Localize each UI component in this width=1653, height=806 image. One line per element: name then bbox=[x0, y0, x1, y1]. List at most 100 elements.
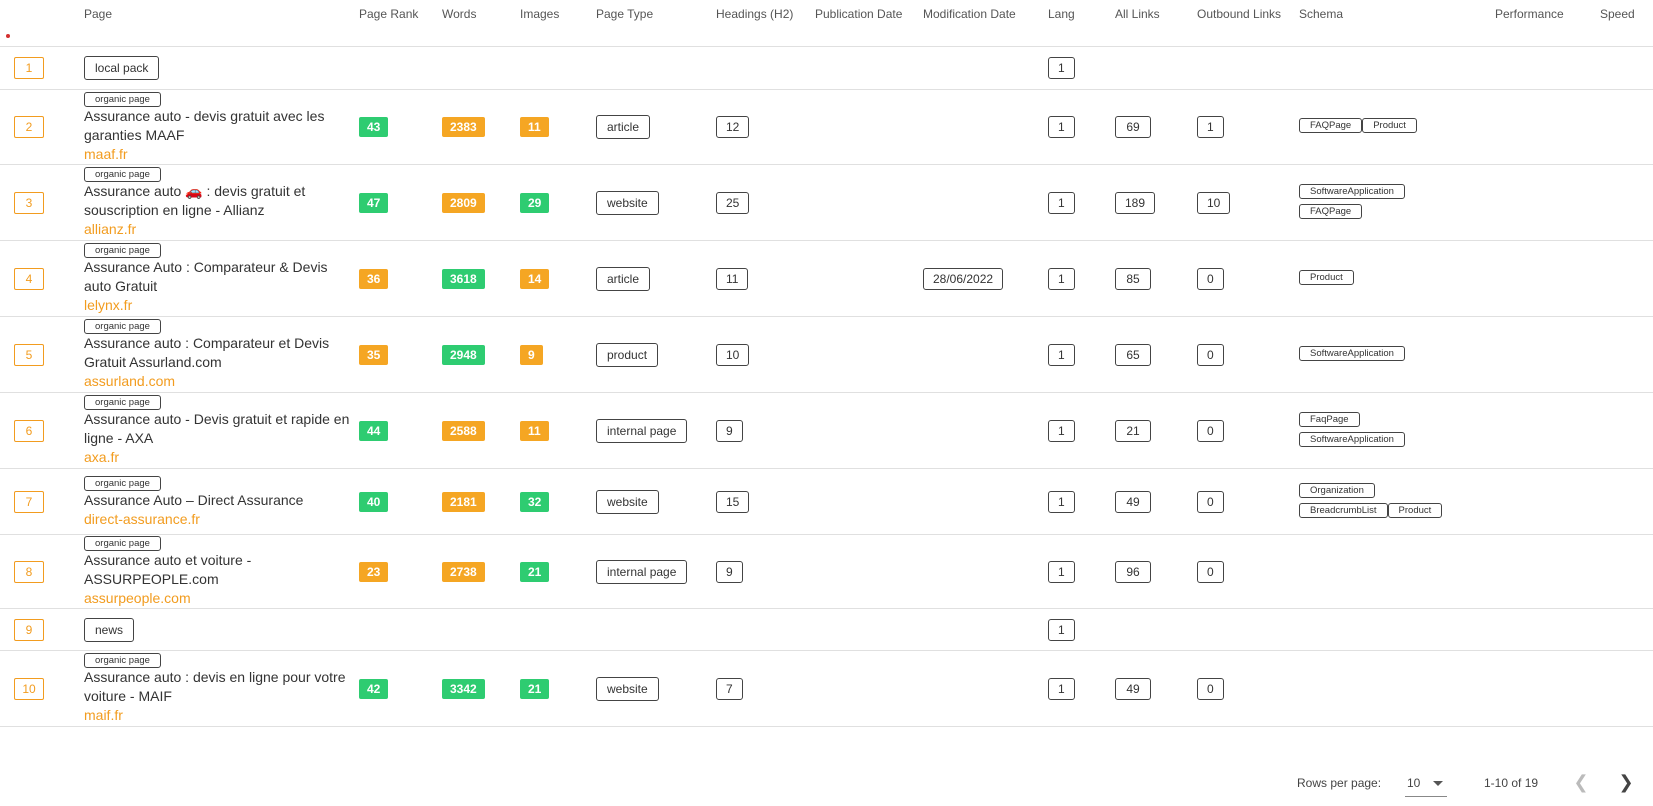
rank-badge[interactable]: 6 bbox=[14, 419, 44, 442]
column-header-page-type[interactable]: Page Type bbox=[592, 0, 712, 47]
table-row[interactable]: 6 organic page Assurance auto - Devis grat… bbox=[0, 392, 1653, 469]
rank-badge[interactable]: 9 bbox=[14, 618, 44, 641]
cell-headings bbox=[712, 46, 811, 90]
cell-words: 2948 bbox=[438, 316, 516, 393]
cell-words: 2588 bbox=[438, 392, 516, 469]
lang-value: 1 bbox=[1048, 677, 1075, 700]
chevron-right-icon[interactable]: ❯ bbox=[1614, 770, 1638, 794]
cell-lang: 1 bbox=[1044, 534, 1111, 609]
page-domain-link[interactable]: allianz.fr bbox=[84, 220, 351, 239]
page-info: organic page Assurance auto - Devis gratu… bbox=[84, 394, 351, 467]
rank-badge[interactable]: 2 bbox=[14, 116, 44, 138]
page-title[interactable]: Assurance auto : devis en ligne pour vot… bbox=[84, 668, 351, 706]
schema-tag: Organization bbox=[1299, 482, 1375, 498]
page-domain-link[interactable]: direct-assurance.fr bbox=[84, 510, 351, 529]
outbound-links-value: 0 bbox=[1197, 419, 1224, 442]
outbound-links-value: 0 bbox=[1197, 490, 1224, 513]
tag-line: organic page bbox=[84, 475, 351, 491]
cell-headings: 12 bbox=[712, 89, 811, 165]
column-header-page-rank[interactable]: Page Rank bbox=[355, 0, 438, 47]
page-title[interactable]: Assurance auto : Comparateur et Devis Gr… bbox=[84, 334, 351, 372]
cell-lang: 1 bbox=[1044, 240, 1111, 317]
table-row[interactable]: 9 news 1 bbox=[0, 608, 1653, 651]
cell-lang: 1 bbox=[1044, 89, 1111, 165]
all-links-value: 96 bbox=[1115, 560, 1151, 583]
table-row[interactable]: 3 organic page Assurance auto 🚗 : devis gr… bbox=[0, 164, 1653, 241]
cell-page-type: article bbox=[592, 89, 712, 165]
schema-line: Product bbox=[1299, 269, 1487, 289]
cell-rank: 3 bbox=[0, 164, 80, 241]
rank-badge[interactable]: 8 bbox=[14, 560, 44, 583]
page-domain-link[interactable]: maaf.fr bbox=[84, 145, 351, 164]
table-row[interactable]: 10 organic page Assurance auto : devis en … bbox=[0, 650, 1653, 727]
rank-badge[interactable]: 1 bbox=[14, 57, 44, 79]
column-header-page[interactable]: Page bbox=[80, 0, 355, 47]
page-title[interactable]: Assurance auto - Devis gratuit et rapide… bbox=[84, 410, 351, 448]
table-row[interactable]: 2 organic page Assurance auto - devis grat… bbox=[0, 89, 1653, 165]
outbound-links-value: 0 bbox=[1197, 677, 1224, 700]
column-header-speed[interactable]: Speed bbox=[1596, 0, 1653, 47]
images-badge: 21 bbox=[520, 678, 550, 699]
cell-performance bbox=[1491, 468, 1596, 535]
page-rank-badge: 23 bbox=[359, 561, 389, 582]
cell-page: organic page Assurance Auto : Comparateur… bbox=[80, 240, 355, 317]
words-badge: 3618 bbox=[442, 268, 485, 289]
table-row[interactable]: 1 local pack 1 bbox=[0, 46, 1653, 90]
result-type-chip[interactable]: local pack bbox=[84, 56, 160, 80]
cell-page: organic page Assurance auto - devis gratu… bbox=[80, 89, 355, 165]
column-header-schema[interactable]: Schema bbox=[1295, 0, 1491, 47]
page-title[interactable]: Assurance auto 🚗 : devis gratuit et sous… bbox=[84, 182, 351, 220]
headings-value: 9 bbox=[716, 419, 743, 442]
column-header-lang[interactable]: Lang bbox=[1044, 0, 1111, 47]
table-row[interactable]: 4 organic page Assurance Auto : Comparateu… bbox=[0, 240, 1653, 317]
page-domain-link[interactable]: lelynx.fr bbox=[84, 296, 351, 315]
images-badge: 9 bbox=[520, 344, 543, 365]
all-links-value: 69 bbox=[1115, 116, 1151, 138]
cell-headings: 10 bbox=[712, 316, 811, 393]
column-header-outbound-links[interactable]: Outbound Links bbox=[1193, 0, 1295, 47]
page-title[interactable]: Assurance Auto – Direct Assurance bbox=[84, 491, 351, 510]
column-header-headings[interactable]: Headings (H2) bbox=[712, 0, 811, 47]
words-badge: 3342 bbox=[442, 678, 485, 699]
rank-badge[interactable]: 3 bbox=[14, 191, 44, 214]
page-title[interactable]: Assurance auto - devis gratuit avec les … bbox=[84, 107, 351, 145]
cell-images: 11 bbox=[516, 392, 592, 469]
rows-per-page-select[interactable]: 10 bbox=[1405, 772, 1447, 797]
page-title[interactable]: Assurance auto et voiture - ASSURPEOPLE.… bbox=[84, 551, 351, 589]
table-row[interactable]: 7 organic page Assurance Auto – Direct Ass… bbox=[0, 468, 1653, 535]
page-title[interactable]: Assurance Auto : Comparateur & Devis aut… bbox=[84, 258, 351, 296]
cell-images: 21 bbox=[516, 650, 592, 727]
schema-line: FAQPage Product bbox=[1299, 117, 1487, 137]
lang-value: 1 bbox=[1048, 116, 1075, 138]
rank-badge[interactable]: 10 bbox=[14, 677, 44, 700]
table-row[interactable]: 5 organic page Assurance auto : Comparateu… bbox=[0, 316, 1653, 393]
cell-schema: Product bbox=[1295, 240, 1491, 317]
column-header-words[interactable]: Words bbox=[438, 0, 516, 47]
column-header-images[interactable]: Images bbox=[516, 0, 592, 47]
column-header-publication-date[interactable]: Publication Date bbox=[811, 0, 919, 47]
cell-publication-date bbox=[811, 650, 919, 727]
rank-badge[interactable]: 7 bbox=[14, 490, 44, 513]
cell-modification-date bbox=[919, 89, 1044, 165]
tag-line: organic page bbox=[84, 535, 351, 551]
cell-words: 3342 bbox=[438, 650, 516, 727]
column-header-all-links[interactable]: All Links bbox=[1111, 0, 1193, 47]
page-type-chip: article bbox=[596, 115, 651, 139]
column-header-modification-date[interactable]: Modification Date bbox=[919, 0, 1044, 47]
page-domain-link[interactable]: maif.fr bbox=[84, 706, 351, 725]
cell-schema bbox=[1295, 650, 1491, 727]
page-domain-link[interactable]: axa.fr bbox=[84, 448, 351, 467]
rank-badge[interactable]: 4 bbox=[14, 267, 44, 290]
result-type-chip[interactable]: news bbox=[84, 617, 135, 642]
headings-value: 9 bbox=[716, 560, 743, 583]
page-domain-link[interactable]: assurpeople.com bbox=[84, 589, 351, 608]
table-row[interactable]: 8 organic page Assurance auto et voiture -… bbox=[0, 534, 1653, 609]
cell-all-links: 69 bbox=[1111, 89, 1193, 165]
chevron-left-icon[interactable]: ❮ bbox=[1569, 770, 1593, 794]
rank-badge[interactable]: 5 bbox=[14, 343, 44, 366]
column-header-performance[interactable]: Performance bbox=[1491, 0, 1596, 47]
page-domain-link[interactable]: assurland.com bbox=[84, 372, 351, 391]
cell-speed bbox=[1596, 534, 1653, 609]
cell-images: 29 bbox=[516, 164, 592, 241]
column-header-rank bbox=[0, 0, 80, 47]
